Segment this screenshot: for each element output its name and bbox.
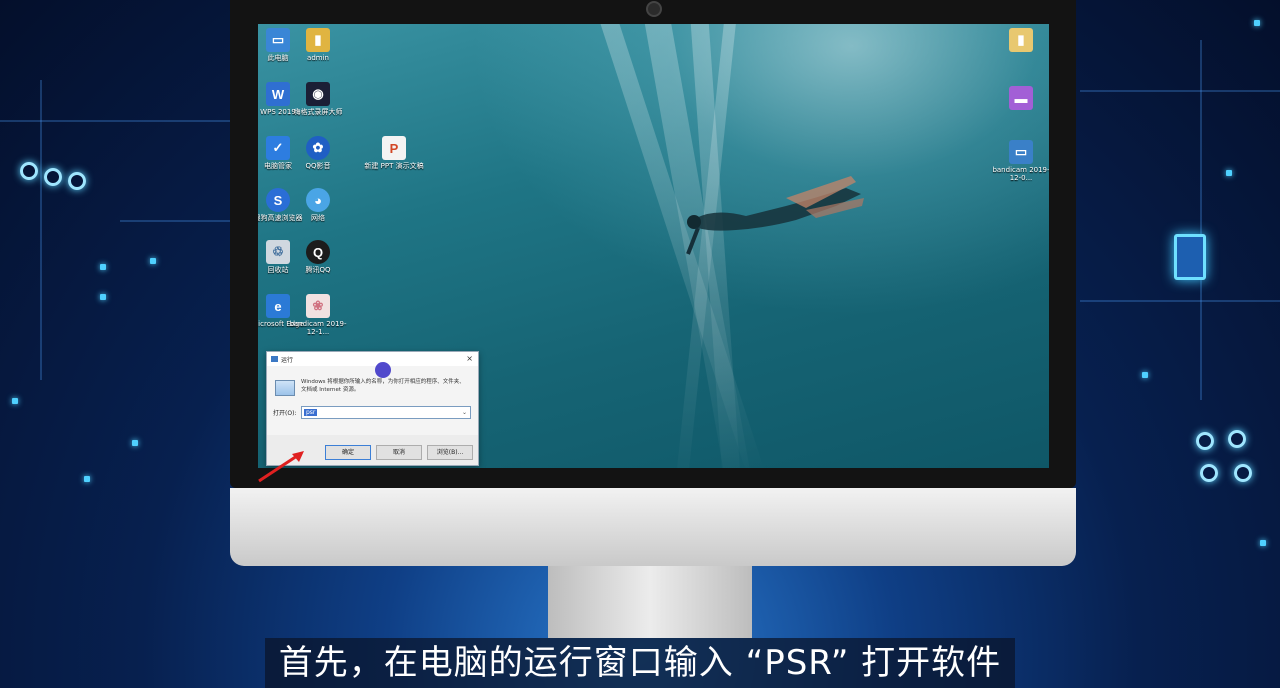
circuit-chip xyxy=(1174,234,1206,280)
desktop-icon-label: 网络 xyxy=(311,214,325,222)
wps-icon: W xyxy=(266,82,290,106)
run-app-icon xyxy=(271,356,278,362)
ok-button[interactable]: 确定 xyxy=(325,445,371,460)
diver-image xyxy=(686,176,864,255)
desktop-screen: ▭ 此电脑 ▮ admin W WPS 2019 ◉ 嗨格式录屏大师 ✓ 电脑管… xyxy=(258,24,1049,468)
recorder-icon: ◉ xyxy=(306,82,330,106)
circuit-ring xyxy=(68,172,86,190)
image-file-icon: ❀ xyxy=(306,294,330,318)
circuit-dot xyxy=(132,440,138,446)
circuit-dot xyxy=(100,294,106,300)
red-arrow-icon xyxy=(258,451,304,483)
circuit-line xyxy=(1200,40,1202,400)
close-icon[interactable]: × xyxy=(466,354,473,363)
desktop-icon-label: admin xyxy=(307,54,329,62)
desktop-icon-right-file[interactable]: ▮ xyxy=(991,28,1049,54)
app-icon: ▬ xyxy=(1009,86,1033,110)
circuit-ring xyxy=(1196,432,1214,450)
qq-player-icon: ✿ xyxy=(306,136,330,160)
circuit-dot xyxy=(1260,540,1266,546)
run-window-icon xyxy=(275,380,295,396)
open-input[interactable]: psr ⌄ xyxy=(301,406,471,419)
desktop-icon-admin[interactable]: ▮ admin xyxy=(288,28,348,62)
desktop-icon-qq[interactable]: Q 腾讯QQ xyxy=(288,240,348,274)
file-icon: ▮ xyxy=(1009,28,1033,52)
circuit-dot xyxy=(1142,372,1148,378)
circuit-line xyxy=(40,80,42,380)
desktop-icon-qq-music[interactable]: ✿ QQ影音 xyxy=(288,136,348,170)
sogou-browser-icon: S xyxy=(266,188,290,212)
desktop-icon-label: QQ影音 xyxy=(305,162,331,170)
circuit-ring xyxy=(1228,430,1246,448)
cancel-button[interactable]: 取消 xyxy=(376,445,422,460)
desktop-icon-label: 腾讯QQ xyxy=(305,266,331,274)
recycle-bin-icon: ♲ xyxy=(266,240,290,264)
desktop-icon-ppt[interactable]: P 新建 PPT 演示文稿 xyxy=(364,136,424,170)
open-label: 打开(O): xyxy=(273,410,297,417)
circuit-ring xyxy=(44,168,62,186)
circuit-ring xyxy=(1234,464,1252,482)
open-input-value: psr xyxy=(304,409,318,416)
desktop-icon-label: bandicam 2019-12-0... xyxy=(992,166,1049,182)
desktop-icon-label: bandicam 2019-12-1... xyxy=(289,320,347,336)
circuit-dot xyxy=(84,476,90,482)
circuit-dot xyxy=(1226,170,1232,176)
subtitle-caption: 首先，在电脑的运行窗口输入 “PSR” 打开软件 xyxy=(278,643,1002,683)
desktop-icon-label: 新建 PPT 演示文稿 xyxy=(364,162,424,170)
network-icon: ◕ xyxy=(306,188,330,212)
folder-icon: ▮ xyxy=(306,28,330,52)
browse-button[interactable]: 浏览(B)... xyxy=(427,445,473,460)
circuit-ring xyxy=(1200,464,1218,482)
circuit-dot xyxy=(1254,20,1260,26)
monitor-stand xyxy=(548,566,752,638)
circuit-line xyxy=(1080,300,1280,302)
desktop-icon-network[interactable]: ◕ 网络 xyxy=(288,188,348,222)
run-dialog-titlebar[interactable]: 运行 xyxy=(267,352,478,366)
circuit-line xyxy=(1080,90,1280,92)
circuit-dot xyxy=(150,258,156,264)
circuit-ring xyxy=(20,162,38,180)
bandicam-icon: ▭ xyxy=(1009,140,1033,164)
webcam-icon xyxy=(646,1,662,17)
desktop-icon-label: 嗨格式录屏大师 xyxy=(293,108,343,116)
desktop-icon-bandicam-file[interactable]: ❀ bandicam 2019-12-1... xyxy=(288,294,348,336)
desktop-icon-bandicam-right[interactable]: ▭ bandicam 2019-12-0... xyxy=(991,140,1049,182)
qq-icon: Q xyxy=(306,240,330,264)
edge-icon: e xyxy=(266,294,290,318)
computer-icon: ▭ xyxy=(266,28,290,52)
pc-manager-icon: ✓ xyxy=(266,136,290,160)
run-dialog-title: 运行 xyxy=(281,356,294,364)
desktop-icon-right-app[interactable]: ▬ xyxy=(991,86,1049,112)
ppt-file-icon: P xyxy=(382,136,406,160)
run-dialog-message: Windows 将根据你所输入的名称，为你打开相应的程序、文件夹、文档或 Int… xyxy=(301,379,465,393)
monitor-chin xyxy=(230,488,1076,566)
circuit-line xyxy=(120,220,230,222)
circuit-dot xyxy=(100,264,106,270)
desktop-icon-recorder[interactable]: ◉ 嗨格式录屏大师 xyxy=(288,82,348,116)
mouse-cursor-highlight xyxy=(375,362,391,378)
circuit-dot xyxy=(12,398,18,404)
circuit-line xyxy=(0,120,230,122)
chevron-down-icon[interactable]: ⌄ xyxy=(462,407,467,418)
